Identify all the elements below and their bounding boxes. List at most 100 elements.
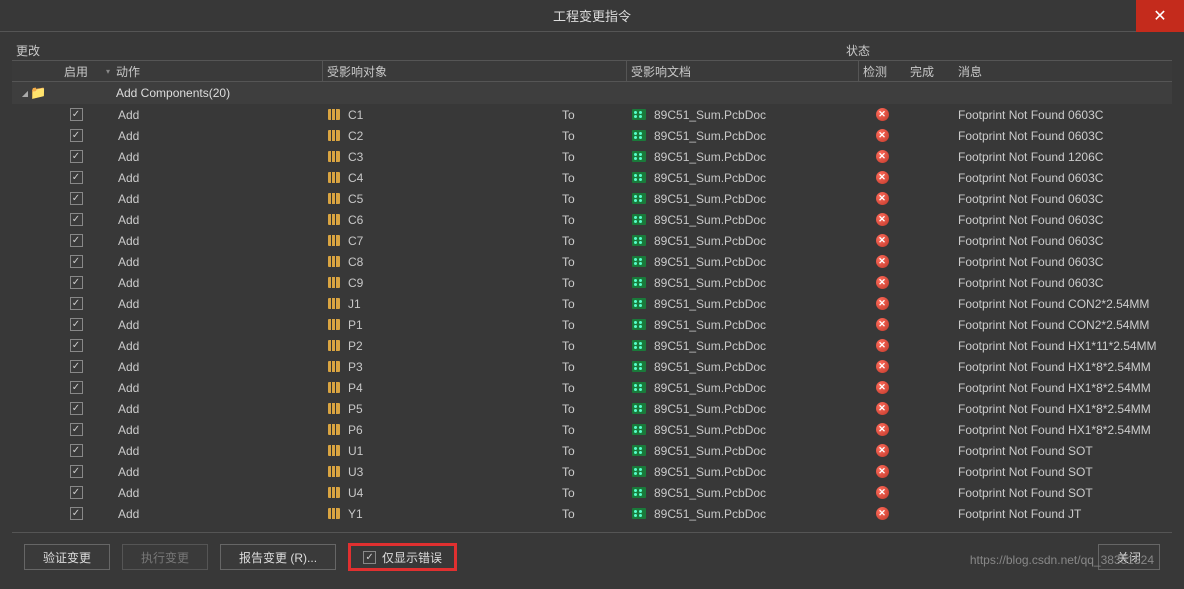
action-cell: Add (112, 440, 322, 461)
enable-cell[interactable]: ✓ (40, 461, 112, 482)
folder-icon: 📁 (30, 85, 50, 101)
group-row[interactable]: ◢ 📁 Add Components(20) (12, 82, 1172, 104)
done-cell (906, 272, 954, 293)
to-cell: To (558, 398, 626, 419)
checkbox-icon: ✓ (70, 213, 83, 226)
error-icon: ✕ (876, 444, 889, 457)
col-msg-header[interactable]: 消息 (954, 61, 1172, 81)
enable-cell[interactable]: ✓ (40, 503, 112, 524)
enable-cell[interactable]: ✓ (40, 335, 112, 356)
enable-cell[interactable]: ✓ (40, 209, 112, 230)
enable-cell[interactable]: ✓ (40, 146, 112, 167)
enable-cell[interactable]: ✓ (40, 251, 112, 272)
component-icon (328, 424, 340, 435)
table-row[interactable]: ✓AddU1To89C51_Sum.PcbDoc✕Footprint Not F… (12, 440, 1172, 461)
check-cell: ✕ (858, 125, 906, 146)
enable-cell[interactable]: ✓ (40, 314, 112, 335)
table-row[interactable]: ✓AddU4To89C51_Sum.PcbDoc✕Footprint Not F… (12, 482, 1172, 503)
checkbox-icon: ✓ (363, 551, 376, 564)
checkbox-icon: ✓ (70, 192, 83, 205)
enable-cell[interactable]: ✓ (40, 482, 112, 503)
enable-cell[interactable]: ✓ (40, 419, 112, 440)
to-cell: To (558, 167, 626, 188)
col-object-header[interactable]: 受影响对象 (322, 61, 558, 81)
col-doc-header[interactable]: 受影响文档 (626, 61, 858, 81)
checkbox-icon: ✓ (70, 339, 83, 352)
report-button[interactable]: 报告变更 (R)... (220, 544, 336, 570)
validate-button[interactable]: 验证变更 (24, 544, 110, 570)
table-row[interactable]: ✓AddC1To89C51_Sum.PcbDoc✕Footprint Not F… (12, 104, 1172, 125)
msg-cell: Footprint Not Found JT (954, 503, 1172, 524)
done-cell (906, 398, 954, 419)
table-row[interactable]: ✓AddY1To89C51_Sum.PcbDoc✕Footprint Not F… (12, 503, 1172, 524)
error-icon: ✕ (876, 129, 889, 142)
enable-cell[interactable]: ✓ (40, 230, 112, 251)
done-cell (906, 104, 954, 125)
msg-cell: Footprint Not Found SOT (954, 461, 1172, 482)
col-check-header[interactable]: 检测 (858, 61, 906, 81)
component-icon (328, 487, 340, 498)
table-row[interactable]: ✓AddC4To89C51_Sum.PcbDoc✕Footprint Not F… (12, 167, 1172, 188)
check-cell: ✕ (858, 377, 906, 398)
table-row[interactable]: ✓AddP4To89C51_Sum.PcbDoc✕Footprint Not F… (12, 377, 1172, 398)
table-row[interactable]: ✓AddP3To89C51_Sum.PcbDoc✕Footprint Not F… (12, 356, 1172, 377)
check-cell: ✕ (858, 461, 906, 482)
enable-cell[interactable]: ✓ (40, 440, 112, 461)
table-row[interactable]: ✓AddC8To89C51_Sum.PcbDoc✕Footprint Not F… (12, 251, 1172, 272)
enable-cell[interactable]: ✓ (40, 377, 112, 398)
object-cell: P6 (322, 419, 558, 440)
component-icon (328, 340, 340, 351)
done-cell (906, 146, 954, 167)
check-cell: ✕ (858, 503, 906, 524)
check-cell: ✕ (858, 356, 906, 377)
enable-cell[interactable]: ✓ (40, 272, 112, 293)
titlebar: 工程变更指令 ✕ (0, 0, 1184, 32)
collapse-icon[interactable]: ◢ (12, 89, 30, 98)
table-row[interactable]: ✓AddC5To89C51_Sum.PcbDoc✕Footprint Not F… (12, 188, 1172, 209)
col-enable-header[interactable]: 启用 ▾ (40, 61, 112, 81)
enable-cell[interactable]: ✓ (40, 356, 112, 377)
col-action-header[interactable]: 动作 (112, 61, 322, 81)
enable-cell[interactable]: ✓ (40, 104, 112, 125)
enable-cell[interactable]: ✓ (40, 167, 112, 188)
table-row[interactable]: ✓AddP1To89C51_Sum.PcbDoc✕Footprint Not F… (12, 314, 1172, 335)
close-icon: ✕ (1153, 6, 1166, 26)
pcb-icon (632, 277, 646, 288)
pcb-icon (632, 466, 646, 477)
table-row[interactable]: ✓AddP6To89C51_Sum.PcbDoc✕Footprint Not F… (12, 419, 1172, 440)
checkbox-icon: ✓ (70, 381, 83, 394)
table-row[interactable]: ✓AddP2To89C51_Sum.PcbDoc✕Footprint Not F… (12, 335, 1172, 356)
to-cell: To (558, 314, 626, 335)
object-cell: P5 (322, 398, 558, 419)
table-row[interactable]: ✓AddJ1To89C51_Sum.PcbDoc✕Footprint Not F… (12, 293, 1172, 314)
enable-cell[interactable]: ✓ (40, 188, 112, 209)
table-row[interactable]: ✓AddC3To89C51_Sum.PcbDoc✕Footprint Not F… (12, 146, 1172, 167)
table-row[interactable]: ✓AddP5To89C51_Sum.PcbDoc✕Footprint Not F… (12, 398, 1172, 419)
to-cell: To (558, 209, 626, 230)
close-button[interactable]: ✕ (1136, 0, 1184, 32)
done-cell (906, 251, 954, 272)
component-icon (328, 403, 340, 414)
grid-body[interactable]: ◢ 📁 Add Components(20) ✓AddC1To89C51_Sum… (12, 82, 1172, 533)
pcb-icon (632, 382, 646, 393)
close-footer-button[interactable]: 关闭 (1098, 544, 1160, 570)
col-done-header[interactable]: 完成 (906, 61, 954, 81)
msg-cell: Footprint Not Found CON2*2.54MM (954, 314, 1172, 335)
msg-cell: Footprint Not Found HX1*8*2.54MM (954, 377, 1172, 398)
table-row[interactable]: ✓AddC2To89C51_Sum.PcbDoc✕Footprint Not F… (12, 125, 1172, 146)
table-row[interactable]: ✓AddC9To89C51_Sum.PcbDoc✕Footprint Not F… (12, 272, 1172, 293)
action-cell: Add (112, 167, 322, 188)
checkbox-icon: ✓ (70, 465, 83, 478)
table-row[interactable]: ✓AddU3To89C51_Sum.PcbDoc✕Footprint Not F… (12, 461, 1172, 482)
show-errors-checkbox[interactable]: ✓ 仅显示错误 (348, 543, 457, 571)
enable-cell[interactable]: ✓ (40, 398, 112, 419)
to-cell: To (558, 146, 626, 167)
doc-cell: 89C51_Sum.PcbDoc (626, 188, 858, 209)
enable-cell[interactable]: ✓ (40, 293, 112, 314)
table-row[interactable]: ✓AddC7To89C51_Sum.PcbDoc✕Footprint Not F… (12, 230, 1172, 251)
pcb-icon (632, 214, 646, 225)
error-icon: ✕ (876, 297, 889, 310)
to-cell: To (558, 293, 626, 314)
enable-cell[interactable]: ✓ (40, 125, 112, 146)
table-row[interactable]: ✓AddC6To89C51_Sum.PcbDoc✕Footprint Not F… (12, 209, 1172, 230)
